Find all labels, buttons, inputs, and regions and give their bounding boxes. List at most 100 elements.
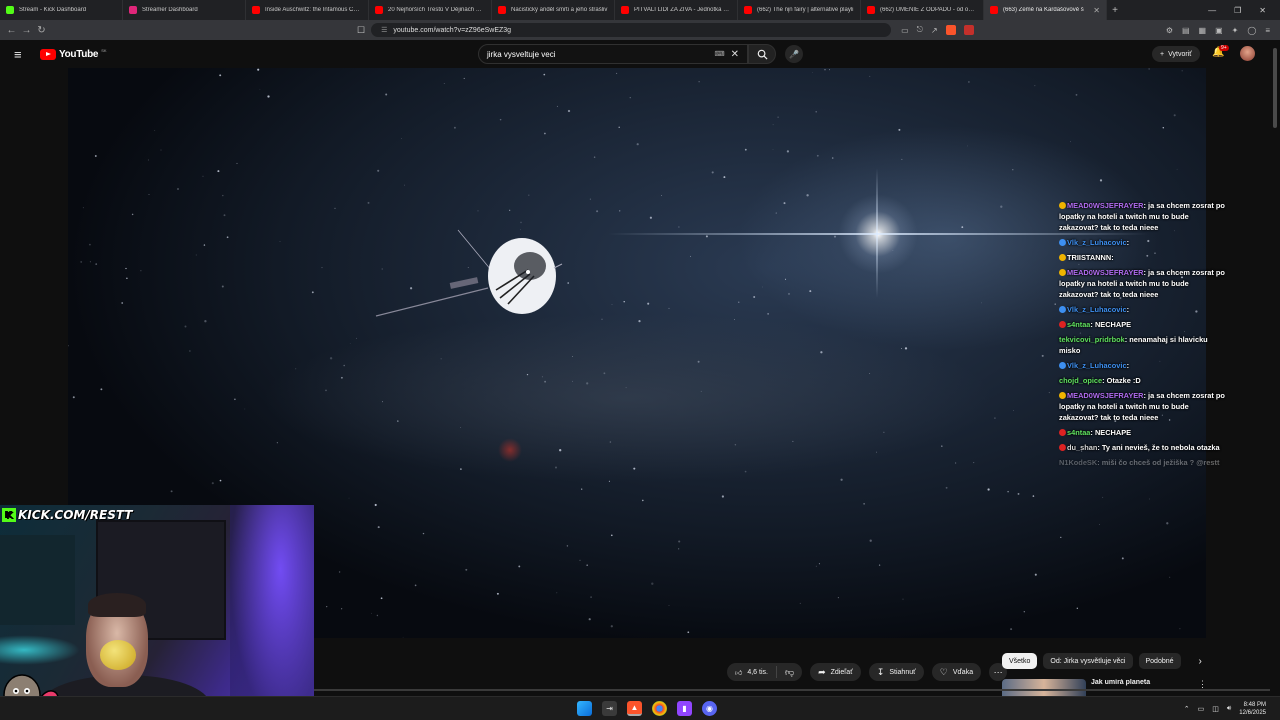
star: [382, 401, 383, 403]
back-icon[interactable]: ←: [4, 25, 19, 36]
chat-username: Vlk_z_Luhacovic: [1067, 305, 1127, 314]
site-settings-icon[interactable]: ☰: [381, 26, 387, 34]
browser-tab[interactable]: 20 Nejhorších Trestů V Dějinách Lidst: [369, 0, 492, 20]
close-window-icon[interactable]: ✕: [1259, 6, 1266, 15]
browser-tab[interactable]: Inside Auschwitz: the Infamous Conc: [246, 0, 369, 20]
kick-channel-banner: K KICK.COM/RESTT: [2, 507, 133, 523]
youtube-wordmark: YouTube: [59, 48, 99, 60]
webcam-purple-light: [230, 505, 314, 720]
search-button[interactable]: [748, 44, 776, 64]
tab-search-icon[interactable]: ▦: [1199, 26, 1207, 35]
leo-icon[interactable]: ✦: [1232, 26, 1239, 35]
dislike-button[interactable]: 👎︎: [777, 667, 802, 678]
reload-icon[interactable]: ↻: [34, 25, 49, 36]
clock[interactable]: 8:48 PM 12/6/2025: [1239, 701, 1266, 717]
star: [402, 636, 404, 638]
star: [311, 291, 314, 294]
terminal-icon[interactable]: ⇥: [602, 701, 617, 716]
browser-tab[interactable]: Streamer Dashboard: [123, 0, 246, 20]
create-button[interactable]: + Vytvoriť: [1152, 46, 1200, 62]
page-scrollbar[interactable]: [1270, 40, 1280, 696]
bottom-scrollbar[interactable]: [314, 689, 1270, 691]
sidebar-icon[interactable]: ▤: [1182, 26, 1190, 35]
minimize-icon[interactable]: —: [1208, 6, 1216, 15]
forward-icon[interactable]: →: [19, 25, 34, 36]
restore-icon[interactable]: ❐: [1234, 6, 1241, 15]
browser-tab[interactable]: (662) The ni̧n fairy | alternative playl…: [738, 0, 861, 20]
bookmark-icon[interactable]: ☐: [357, 25, 365, 36]
share-page-icon[interactable]: ↗: [931, 26, 938, 35]
tab-title: (662) The ni̧n fairy | alternative playl…: [757, 7, 854, 13]
star: [806, 194, 809, 197]
volume-icon[interactable]: 🔊︎: [1227, 705, 1231, 713]
clear-search-icon[interactable]: ✕: [731, 49, 739, 60]
chat-username: TRIISTANNN: [1067, 253, 1112, 262]
chat-separator: :: [1126, 238, 1130, 247]
browser-tab[interactable]: Stream - Kick Dashboard: [0, 0, 123, 20]
star: [601, 318, 603, 320]
star: [95, 263, 98, 265]
browser-tab[interactable]: Nacistický anděl smrti a jeho strašliv: [492, 0, 615, 20]
chip-from-channel[interactable]: Od: Jirka vysvětluje věci: [1043, 653, 1133, 669]
chrome-icon[interactable]: [652, 701, 667, 716]
display-icon[interactable]: ▭: [1198, 705, 1205, 713]
hamburger-menu-icon[interactable]: ≡: [14, 47, 28, 62]
download-button[interactable]: ↧ Stiahnuť: [868, 663, 924, 681]
vpn-icon[interactable]: ◯: [1247, 26, 1256, 35]
share-button[interactable]: ➦ Zdieľať: [810, 663, 861, 681]
star: [374, 503, 377, 507]
url-field[interactable]: ☰ youtube.com/watch?v=zZ96eSwEZ3g: [371, 23, 892, 37]
star: [244, 408, 246, 410]
search-input[interactable]: jirka vysveltuje veci ⌨ ✕: [478, 44, 748, 64]
network-icon[interactable]: ◫: [1212, 705, 1219, 713]
close-tab-icon[interactable]: ✕: [1093, 6, 1100, 15]
star: [904, 347, 908, 350]
star: [356, 337, 357, 339]
recommended-thumbnail[interactable]: [1002, 679, 1086, 696]
wallet-icon[interactable]: ▣: [1215, 26, 1223, 35]
extensions-icon[interactable]: ⚙: [1166, 26, 1173, 35]
star: [496, 592, 499, 595]
chip-all[interactable]: Všetko: [1002, 653, 1038, 669]
translate-icon[interactable]: ⎋: [917, 25, 923, 35]
browser-tab[interactable]: PITVALI LIDI ZA ŽIVA - Jednotka 731: [615, 0, 738, 20]
windows-start-icon[interactable]: [577, 701, 592, 716]
star: [131, 213, 134, 216]
chat-text: Ty ani nevieš, že to nebola otazka: [1101, 443, 1220, 452]
recommended-video[interactable]: Jak umírá planeta ⋮: [1002, 679, 1207, 696]
browser-tab[interactable]: (663) Země na Kardašovově š ✕: [984, 0, 1107, 20]
more-vertical-icon[interactable]: ⋮: [1198, 679, 1207, 696]
chip-related[interactable]: Podobné: [1138, 653, 1181, 669]
like-count: 4,6 tis.: [747, 668, 768, 676]
star: [414, 584, 417, 587]
like-button[interactable]: 👍︎ 4,6 tis.: [727, 666, 777, 678]
account-avatar[interactable]: [1240, 46, 1255, 61]
scrollbar-thumb[interactable]: [1273, 48, 1277, 128]
voice-search-button[interactable]: 🎤: [785, 45, 803, 63]
star: [465, 568, 468, 571]
star: [900, 347, 903, 350]
youtube-logo[interactable]: YouTube SK: [40, 48, 107, 60]
browser-menu-icon[interactable]: ≡: [1265, 26, 1270, 35]
address-bar: ← → ↻ ☐ ☰ youtube.com/watch?v=zZ96eSwEZ3…: [0, 20, 1280, 40]
keyboard-icon[interactable]: ⌨: [715, 50, 725, 58]
star: [371, 612, 372, 614]
star: [460, 468, 462, 470]
star: [349, 342, 351, 344]
twitch-icon[interactable]: ▮: [677, 701, 692, 716]
cast-icon[interactable]: ▭: [901, 26, 909, 35]
chat-badge-icon: [1059, 392, 1066, 399]
brave-shield-icon[interactable]: [945, 25, 956, 35]
brave-browser-icon[interactable]: ▲: [627, 701, 642, 716]
tray-chevron-icon[interactable]: ⌃: [1184, 705, 1190, 713]
chevron-right-icon[interactable]: ›: [1199, 656, 1202, 667]
browser-tab[interactable]: (662) UMENIE Z ODPADU - od opust: [861, 0, 984, 20]
new-tab-button[interactable]: +: [1107, 5, 1123, 16]
star: [367, 201, 370, 204]
brave-rewards-icon[interactable]: [963, 25, 974, 35]
star: [526, 373, 529, 376]
recommended-title[interactable]: Jak umírá planeta: [1091, 679, 1150, 696]
thanks-button[interactable]: ♡ Vďaka: [931, 663, 982, 681]
discord-icon[interactable]: ◉: [702, 701, 717, 716]
star: [816, 154, 819, 157]
